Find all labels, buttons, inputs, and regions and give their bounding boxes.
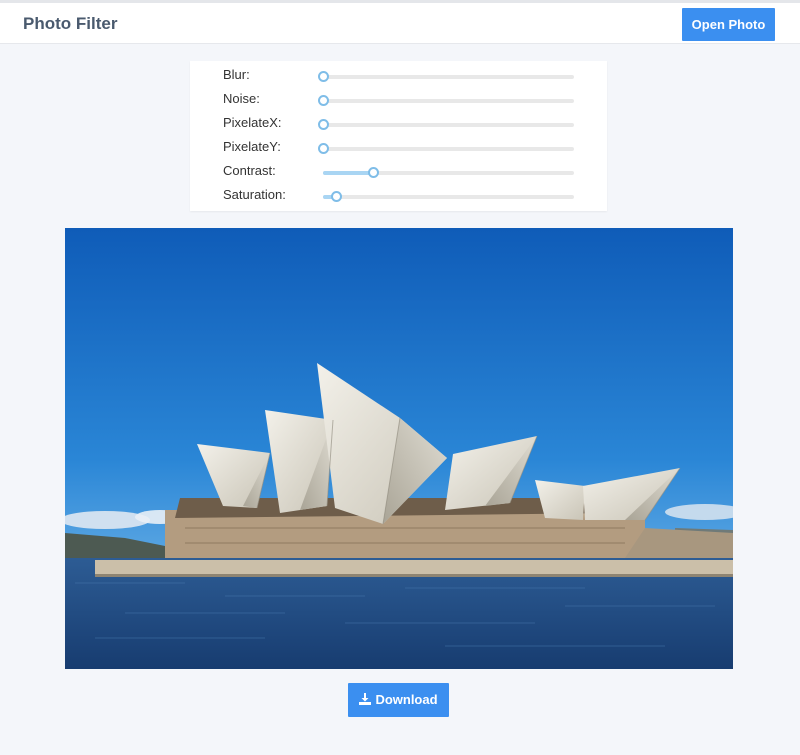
slider-fill [323,171,374,175]
slider-thumb[interactable] [368,167,380,178]
slider-thumb[interactable] [318,95,329,106]
filter-label: Noise: [223,91,260,106]
slider-thumb[interactable] [330,191,342,202]
app-header: Photo Filter Open Photo [0,3,800,44]
filter-row-pixelatex: PixelateX: [190,111,607,135]
contrast-slider[interactable] [323,167,574,178]
filter-row-blur: Blur: [190,63,607,87]
filter-row-pixelatey: PixelateY: [190,135,607,159]
app-title: Photo Filter [23,14,118,33]
saturation-slider[interactable] [323,191,574,202]
download-button[interactable]: Download [348,683,449,717]
download-icon [359,693,372,708]
open-photo-button[interactable]: Open Photo [682,8,775,41]
filter-label: Blur: [223,67,250,82]
pixelatex-slider[interactable] [318,119,574,130]
filter-row-noise: Noise: [190,87,607,111]
filter-row-saturation: Saturation: [190,183,607,207]
filter-row-contrast: Contrast: [190,159,607,183]
pixelatey-slider[interactable] [318,143,574,154]
download-label: Download [375,692,438,707]
filter-label: Contrast: [223,163,276,178]
blur-slider[interactable] [318,71,574,82]
filter-label: Saturation: [223,187,286,202]
slider-thumb[interactable] [318,119,329,130]
photo-preview [65,228,733,669]
slider-thumb[interactable] [318,71,329,82]
filter-label: PixelateY: [223,139,281,154]
noise-slider[interactable] [318,95,574,106]
slider-thumb[interactable] [318,143,329,154]
filter-label: PixelateX: [223,115,282,130]
filter-controls-panel: Blur: Noise: PixelateX: PixelateY: Contr… [190,61,607,211]
opera-house-photo [65,228,733,669]
